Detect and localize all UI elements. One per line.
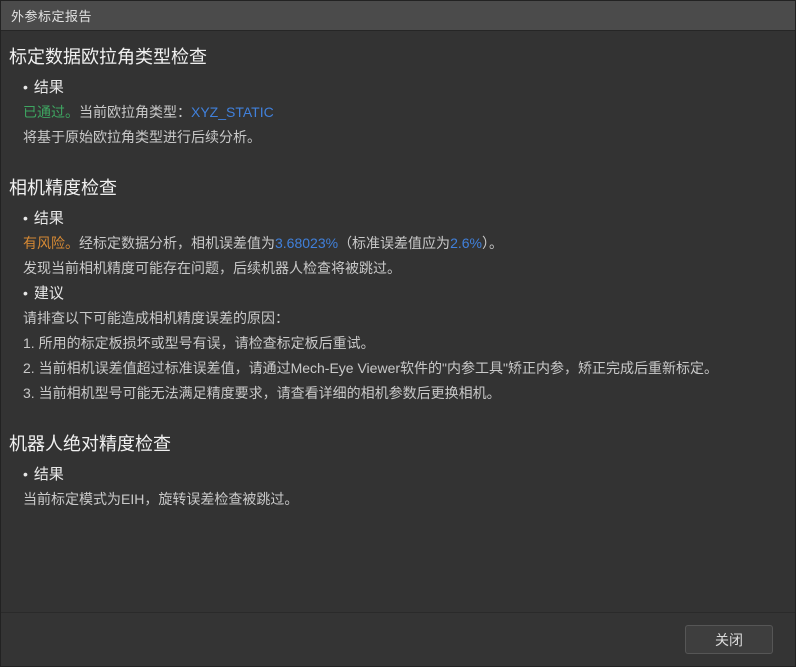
section-heading: 机器人绝对精度检查 <box>9 434 171 454</box>
close-button[interactable]: 关闭 <box>685 625 773 654</box>
report-section: 标定数据欧拉角类型检查 • 结果已通过。当前欧拉角类型：XYZ_STATIC 将基于原… <box>9 46 779 150</box>
plain-text: 发现当前相机精度可能存在问题，后续机器人检查将被跳过。 <box>23 260 401 276</box>
bullet-icon: • <box>23 210 28 226</box>
bullet-text: 结果 <box>33 210 64 227</box>
highlight-text: 有风险。 <box>23 235 79 251</box>
bullet-label: • 建议 <box>9 281 779 306</box>
report-line: 已通过。当前欧拉角类型：XYZ_STATIC <box>9 100 779 125</box>
plain-text: 经标定数据分析，相机误差值为 <box>79 235 275 251</box>
bullet-icon: • <box>23 79 28 95</box>
plain-text: 将基于原始欧拉角类型进行后续分析。 <box>23 129 261 145</box>
window-title: 外参标定报告 <box>11 9 93 24</box>
plain-text: （标准误差值应为 <box>338 235 451 251</box>
highlight-text: XYZ_STATIC <box>191 104 274 120</box>
report-line: 3. 当前相机型号可能无法满足精度要求，请查看详细的相机参数后更换相机。 <box>9 381 779 406</box>
plain-text: 3. 当前相机型号可能无法满足精度要求，请查看详细的相机参数后更换相机。 <box>23 385 501 401</box>
bullet-text: 建议 <box>33 285 64 302</box>
report-line: 2. 当前相机误差值超过标准误差值，请通过Mech-Eye Viewer软件的"… <box>9 356 779 381</box>
report-section: 相机精度检查 • 结果有风险。经标定数据分析，相机误差值为3.68023%（标准误差… <box>9 177 779 406</box>
bullet-text: 结果 <box>33 466 64 483</box>
report-line: 请排查以下可能造成相机精度误差的原因： <box>9 306 779 331</box>
plain-text: 请排查以下可能造成相机精度误差的原因： <box>23 310 289 326</box>
report-line: 将基于原始欧拉角类型进行后续分析。 <box>9 125 779 150</box>
dialog-footer: 关闭 <box>1 612 795 666</box>
plain-text: 当前欧拉角类型： <box>79 104 191 120</box>
report-body: 标定数据欧拉角类型检查 • 结果 已通过。当前欧拉角类型：XYZ_STATIC 将基于原… <box>1 31 795 612</box>
plain-text: 1. 所用的标定板损坏或型号有误，请检查标定板后重试。 <box>23 335 375 351</box>
report-section: 机器人绝对精度检查 • 结果当前标定模式为EIH，旋转误差检查被跳过。 <box>9 433 779 512</box>
plain-text: 当前标定模式为EIH，旋转误差检查被跳过。 <box>23 491 299 507</box>
bullet-icon: • <box>23 466 28 482</box>
plain-text: 2. 当前相机误差值超过标准误差值，请通过Mech-Eye Viewer软件的"… <box>23 360 718 376</box>
bullet-label: • 结果 <box>9 462 779 487</box>
calibration-report-dialog: 外参标定报告 标定数据欧拉角类型检查 • 结果 已通过。当前欧拉角类型：XYZ_STA… <box>0 0 796 667</box>
bullet-label: • 结果 <box>9 206 779 231</box>
title-bar[interactable]: 外参标定报告 <box>1 1 795 31</box>
section-heading: 标定数据欧拉角类型检查 <box>9 47 207 67</box>
section-heading: 相机精度检查 <box>9 178 117 198</box>
bullet-label: • 结果 <box>9 75 779 100</box>
highlight-text: 3.68023% <box>275 235 339 251</box>
plain-text: ）。 <box>481 235 503 251</box>
bullet-icon: • <box>23 285 28 301</box>
report-line: 当前标定模式为EIH，旋转误差检查被跳过。 <box>9 487 779 512</box>
report-line: 有风险。经标定数据分析，相机误差值为3.68023%（标准误差值应为2.6%）。 <box>9 231 779 256</box>
report-line: 1. 所用的标定板损坏或型号有误，请检查标定板后重试。 <box>9 331 779 356</box>
highlight-text: 已通过。 <box>23 104 79 120</box>
highlight-text: 2.6% <box>450 235 482 251</box>
report-line: 发现当前相机精度可能存在问题，后续机器人检查将被跳过。 <box>9 256 779 281</box>
bullet-text: 结果 <box>33 79 64 96</box>
